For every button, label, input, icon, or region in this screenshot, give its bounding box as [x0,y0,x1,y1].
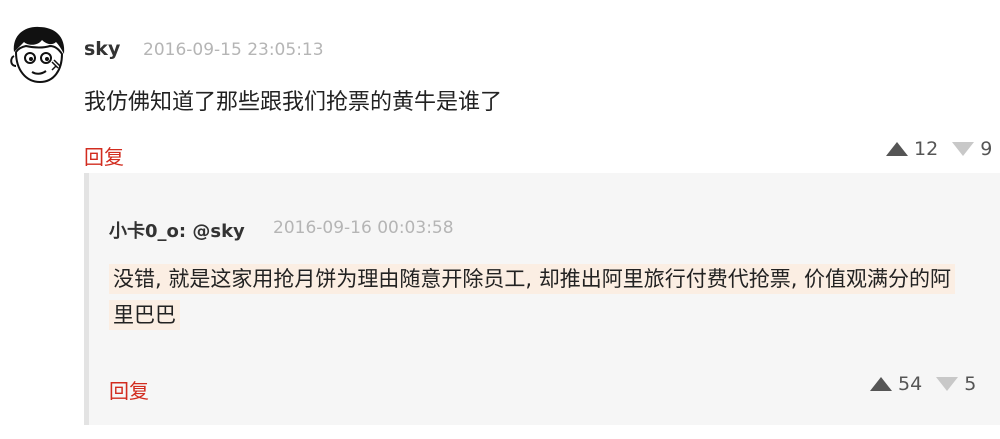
downvote-button[interactable]: 9 [952,138,992,160]
comment-username[interactable]: sky [84,38,120,60]
reply-text-content: 没错, 就是这家用抢月饼为理由随意开除员工, 却推出阿里旅行付费代抢票, 价值观… [109,264,956,330]
reply-button[interactable]: 回复 [84,141,124,170]
comment-votes: 12 9 [886,138,992,160]
triangle-down-icon [952,142,975,156]
comment-text: 我仿佛知道了那些跟我们抢票的黄牛是谁了 [84,90,503,115]
downvote-button[interactable]: 5 [936,373,976,395]
comment-timestamp: 2016-09-15 23:05:13 [143,40,324,60]
user-avatar-icon[interactable] [6,22,72,88]
upvote-button[interactable]: 54 [870,373,922,395]
upvote-button[interactable]: 12 [886,138,938,160]
downvote-count: 5 [964,373,977,395]
reply-votes: 54 5 [870,373,976,395]
reply-text: 没错, 就是这家用抢月饼为理由随意开除员工, 却推出阿里旅行付费代抢票, 价值观… [109,261,969,333]
triangle-up-icon [870,377,892,391]
triangle-down-icon [936,377,959,391]
reply-button[interactable]: 回复 [109,375,149,404]
upvote-count: 54 [898,373,923,395]
reply-username[interactable]: 小卡0_o: @sky [109,217,245,243]
nested-reply: 小卡0_o: @sky 2016-09-16 00:03:58 没错, 就是这家… [84,173,1000,425]
reply-timestamp: 2016-09-16 00:03:58 [273,218,454,238]
triangle-up-icon [886,142,908,156]
upvote-count: 12 [914,138,939,160]
downvote-count: 9 [980,138,993,160]
